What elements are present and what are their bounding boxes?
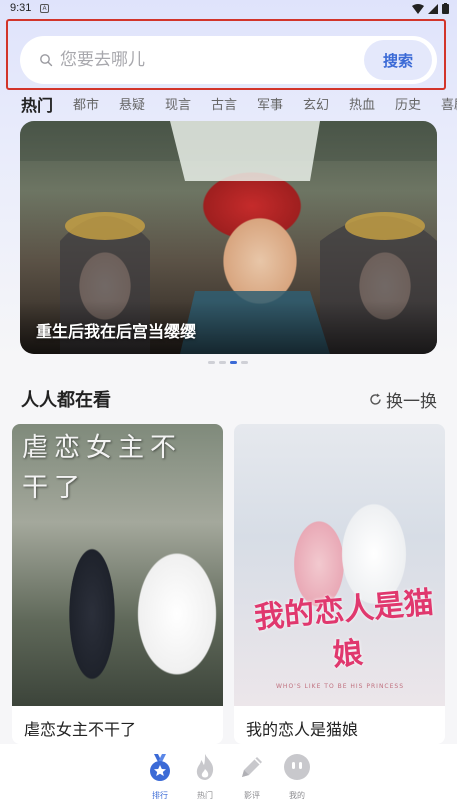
tab-comedy[interactable]: 喜剧 [441,94,457,113]
carousel-dot-active [230,361,237,364]
carousel-dot [241,361,248,364]
tab-hot[interactable]: 热门 [21,92,53,116]
search-bar[interactable]: 搜索 [20,36,437,84]
nav-label: 我的 [289,791,305,800]
refresh-button[interactable]: 换一换 [369,387,437,412]
battery-icon [442,3,449,14]
drama-title: 我的恋人是猫娘 [246,720,359,739]
ranking-medal-icon [150,754,170,781]
drama-cover: 虐恋女主不干了 [12,424,223,706]
carousel-dot [219,361,226,364]
notification-icon: A [40,4,49,13]
signal-icon [428,3,438,14]
cover-subtitle-art: WHO'S LIKE TO BE HIS PRINCESS [276,683,405,690]
tab-history[interactable]: 历史 [395,94,421,113]
refresh-label: 换一换 [386,392,437,412]
nav-label: 影评 [244,791,260,800]
status-time: 9:31 [10,2,32,14]
tab-fantasy[interactable]: 玄幻 [303,94,329,113]
carousel-indicator [208,361,248,364]
search-button[interactable]: 搜索 [364,40,432,80]
cover-title-art: 虐恋女主不干了 [22,433,183,503]
nav-profile[interactable]: 我的 [279,752,315,801]
nav-ranking[interactable]: 排行 [142,752,178,801]
status-icons [412,3,449,14]
nav-label: 排行 [152,791,168,800]
banner-title: 重生后我在后宫当缨缨 [36,322,197,341]
carousel-dot [208,361,215,364]
drama-card[interactable]: 我的恋人是猫娘 WHO'S LIKE TO BE HIS PRINCESS 我的… [234,424,445,744]
banner-carousel[interactable]: 重生后我在后宫当缨缨 [20,121,437,354]
tab-modern-romance[interactable]: 现言 [165,94,191,113]
refresh-icon [370,393,381,405]
pencil-icon [242,757,262,777]
bottom-nav: 排行 热门 影评 我的 [0,744,457,812]
tab-suspense[interactable]: 悬疑 [119,94,145,113]
nav-label: 热门 [197,791,213,800]
section-title: 人人都在看 [21,390,111,411]
category-tabs: 热门 都市 悬疑 现言 古言 军事 玄幻 热血 历史 喜剧 [0,90,457,116]
search-icon [40,54,53,67]
flame-icon [196,754,214,780]
nav-review[interactable]: 影评 [234,752,270,801]
drama-title: 虐恋女主不干了 [24,720,137,739]
profile-face-icon [284,754,310,780]
drama-cover: 我的恋人是猫娘 WHO'S LIKE TO BE HIS PRINCESS [234,424,445,706]
tab-urban[interactable]: 都市 [73,94,99,113]
nav-hot[interactable]: 热门 [187,752,223,801]
tab-hot-blooded[interactable]: 热血 [349,94,375,113]
search-input[interactable] [60,46,370,74]
tab-military[interactable]: 军事 [257,94,283,113]
status-bar: 9:31 A [0,0,457,18]
drama-card[interactable]: 虐恋女主不干了 虐恋女主不干了 [12,424,223,744]
tab-ancient-romance[interactable]: 古言 [211,94,237,113]
cover-title-art: 我的恋人是猫娘 [252,585,436,674]
wifi-icon [412,3,424,14]
